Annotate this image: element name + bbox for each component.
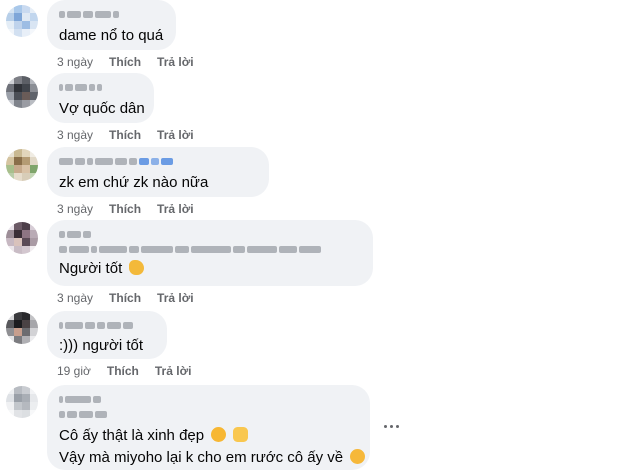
comment-text-content: Người tốt [59, 260, 123, 277]
smiling-face-emoji [211, 427, 227, 442]
reply-button[interactable]: Trả lời [157, 54, 194, 70]
avatar[interactable] [6, 312, 38, 344]
avatar[interactable] [6, 386, 38, 418]
author-name-blurred[interactable] [59, 8, 164, 20]
comment-text: Vợ quốc dân [59, 100, 145, 117]
comment-text-line-2: Vậy mà miyoho lại k cho em rước cô ấy về [59, 448, 366, 468]
comment-bubble: Cô ấy thật là xinh đẹp Vậy mà miyoho lại… [47, 385, 370, 470]
comment-time[interactable]: 19 giờ [57, 363, 91, 379]
reply-button[interactable]: Trả lời [157, 201, 194, 217]
author-badge-blurred [59, 408, 358, 420]
comment-time[interactable]: 3 ngày [57, 54, 93, 70]
comment-bubble: :))) người tốt [47, 311, 167, 359]
reply-button[interactable]: Trả lời [157, 290, 194, 306]
author-badge-blurred [59, 243, 361, 255]
like-button[interactable]: Thích [109, 54, 141, 70]
comment-text-line-1: Cô ấy thật là xinh đẹp [59, 426, 358, 446]
comment-time[interactable]: 3 ngày [57, 290, 93, 306]
avatar[interactable] [6, 5, 38, 37]
reply-button[interactable]: Trả lời [157, 127, 194, 143]
more-horizontal-icon[interactable] [380, 418, 402, 434]
like-button[interactable]: Thích [107, 363, 139, 379]
author-name-blurred[interactable] [59, 228, 361, 240]
comment-text: zk em chứ zk nào nữa [59, 174, 209, 191]
comment-text-content: Cô ấy thật là xinh đẹp [59, 427, 205, 444]
comment-bubble: zk em chứ zk nào nữa [47, 147, 269, 197]
comment-time[interactable]: 3 ngày [57, 127, 93, 143]
crying-face-emoji [350, 449, 366, 464]
like-button[interactable]: Thích [109, 127, 141, 143]
heart-hands-emoji [233, 427, 249, 442]
author-name-blurred[interactable] [59, 393, 358, 405]
comment-time[interactable]: 3 ngày [57, 201, 93, 217]
author-name-blurred[interactable] [59, 319, 155, 331]
comment-actions: 3 ngày Thích Trả lời [57, 54, 194, 70]
comment-actions: 19 giờ Thích Trả lời [57, 363, 191, 379]
comment-actions: 3 ngày Thích Trả lời [57, 290, 194, 306]
comment-text: :))) người tốt [59, 337, 144, 354]
comment-text-content: Vậy mà miyoho lại k cho em rước cô ấy về [59, 449, 344, 466]
author-name-blurred[interactable] [59, 155, 257, 167]
comment-bubble: dame nổ to quá [47, 0, 176, 50]
avatar[interactable] [6, 149, 38, 181]
ok-hand-emoji [129, 260, 145, 275]
comment-bubble: Vợ quốc dân [47, 73, 154, 123]
comment-text: Người tốt [59, 259, 361, 279]
avatar[interactable] [6, 76, 38, 108]
like-button[interactable]: Thích [109, 290, 141, 306]
comment-actions: 3 ngày Thích Trả lời [57, 201, 194, 217]
comment-actions: 3 ngày Thích Trả lời [57, 127, 194, 143]
like-button[interactable]: Thích [109, 201, 141, 217]
reply-button[interactable]: Trả lời [155, 363, 192, 379]
avatar[interactable] [6, 222, 38, 254]
author-name-blurred[interactable] [59, 81, 142, 93]
comment-text: dame nổ to quá [59, 27, 164, 44]
comment-bubble: Người tốt [47, 220, 373, 286]
